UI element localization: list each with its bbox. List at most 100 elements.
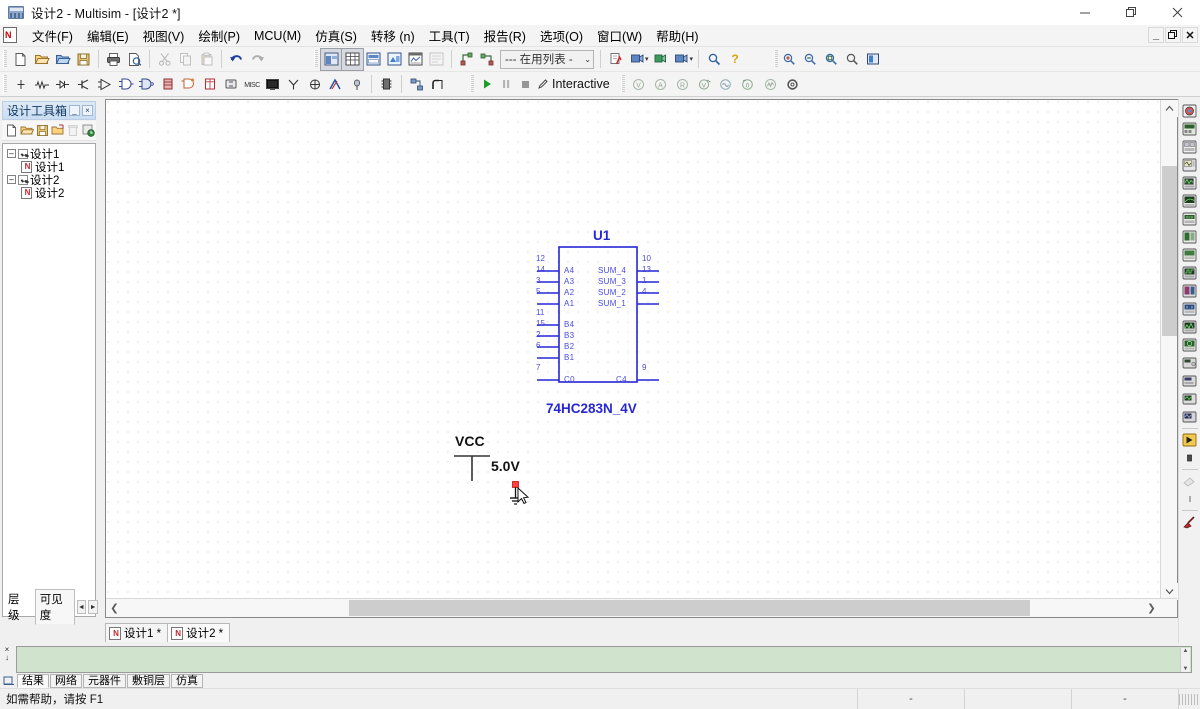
- visibility-checkbox[interactable]: [18, 174, 28, 185]
- toggle-spreadsheet-view-button[interactable]: [341, 47, 364, 71]
- mdi-restore-button[interactable]: [1165, 27, 1181, 43]
- menu-simulate[interactable]: 仿真(S): [308, 24, 364, 47]
- paste-button[interactable]: [196, 49, 217, 70]
- place-indicator-button[interactable]: [199, 74, 220, 95]
- undo-button[interactable]: [226, 49, 247, 70]
- instrument-agilent-function-generator[interactable]: [1180, 354, 1199, 372]
- place-rf-button[interactable]: [283, 74, 304, 95]
- zoom-out-button[interactable]: [799, 49, 820, 70]
- scroll-up-button[interactable]: ▲: [1183, 648, 1189, 654]
- menu-place[interactable]: 绘制(P): [191, 24, 247, 47]
- instrument-network-analyzer[interactable]: [1180, 336, 1199, 354]
- stop-simulation-button[interactable]: [515, 75, 534, 94]
- tabs-next-button[interactable]: ►: [88, 600, 98, 614]
- tab-hierarchy[interactable]: 层级: [3, 589, 33, 625]
- tree-expander-icon[interactable]: –: [7, 149, 16, 158]
- database-manager-button[interactable]: [363, 49, 384, 70]
- place-mixed-button[interactable]: [178, 74, 199, 95]
- copy-button[interactable]: [175, 49, 196, 70]
- toggle-design-toolbox-button[interactable]: [320, 47, 343, 71]
- vertical-scrollbar-thumb[interactable]: [1162, 166, 1177, 336]
- menu-file[interactable]: 文件(F): [25, 24, 80, 47]
- maximize-restore-button[interactable]: [1108, 0, 1154, 25]
- instrument-probe-settings[interactable]: [1180, 490, 1199, 508]
- instrument-logic-converter[interactable]: [1180, 246, 1199, 264]
- place-electromechanical-button[interactable]: [304, 74, 325, 95]
- help-button[interactable]: ?: [724, 49, 745, 70]
- instrument-iv-analyzer[interactable]: [1180, 282, 1199, 300]
- instrument-word-generator[interactable]: [1180, 228, 1199, 246]
- place-misc-digital-button[interactable]: [157, 74, 178, 95]
- instrument-spectrum-analyzer[interactable]: [1180, 318, 1199, 336]
- tab-visibility[interactable]: 可见度: [34, 589, 75, 625]
- instrument-function-generator[interactable]: [1180, 120, 1199, 138]
- spreadsheet-grid[interactable]: ▲ ▼: [16, 646, 1192, 673]
- noise-analysis-button[interactable]: [760, 74, 781, 95]
- run-simulation-button[interactable]: [477, 75, 496, 94]
- save-design-button[interactable]: [35, 122, 50, 139]
- instrument-wattmeter[interactable]: [1180, 138, 1199, 156]
- scroll-right-button[interactable]: ❯: [1143, 599, 1160, 617]
- doc-tab-design1[interactable]: 设计1 *: [105, 623, 169, 642]
- instrument-agilent-oscilloscope[interactable]: [1180, 390, 1199, 408]
- in-use-list-combo[interactable]: --- 在用列表 - ⌄: [500, 49, 594, 69]
- instrument-frequency-counter[interactable]: 888: [1180, 210, 1199, 228]
- forward-annotate-button[interactable]: [477, 49, 498, 70]
- design-tree[interactable]: – 设计1 设计1 – 设计2 设计2: [2, 143, 96, 617]
- menu-transfer[interactable]: 转移 (n): [364, 24, 422, 47]
- scroll-left-button[interactable]: ❮: [106, 599, 123, 617]
- vcc-source-value[interactable]: 5.0V: [491, 458, 520, 474]
- mdi-close-button[interactable]: ✕: [1182, 27, 1198, 43]
- instrument-distortion-analyzer[interactable]: 0.0: [1180, 300, 1199, 318]
- redo-button[interactable]: [247, 49, 268, 70]
- place-cmos-button[interactable]: [136, 74, 157, 95]
- menu-mcu[interactable]: MCU(M): [247, 27, 308, 45]
- sv-tab-nets[interactable]: 网络: [50, 674, 82, 688]
- simulation-mode-indicator[interactable]: Interactive: [534, 77, 618, 91]
- spreadsheet-dock-button[interactable]: ↓: [5, 654, 9, 662]
- print-preview-button[interactable]: [124, 49, 145, 70]
- postprocessor-button[interactable]: [426, 49, 447, 70]
- place-bus-button[interactable]: [427, 74, 448, 95]
- find-button[interactable]: [703, 49, 724, 70]
- pause-simulation-button[interactable]: [496, 75, 515, 94]
- schematic-canvas[interactable]: U1 74HC283N_4V A4 A3 A2 A1 B4 B3 B2 B1 C…: [107, 101, 1161, 597]
- ac-sweep-button[interactable]: A: [650, 74, 671, 95]
- zoom-area-button[interactable]: [820, 49, 841, 70]
- instrument-multimeter[interactable]: [1180, 102, 1199, 120]
- sv-tab-results[interactable]: 结果: [17, 674, 49, 688]
- sv-tab-copper-layers[interactable]: 敷铜层: [127, 674, 170, 688]
- instrument-agilent-multimeter[interactable]: [1180, 372, 1199, 390]
- save-button[interactable]: [73, 49, 94, 70]
- place-ni-components-button[interactable]: [325, 74, 346, 95]
- toolbar-grip[interactable]: [3, 50, 7, 68]
- scroll-up-button[interactable]: [1161, 100, 1178, 117]
- horizontal-scrollbar-thumb[interactable]: [349, 600, 1030, 616]
- instrument-bode-plotter[interactable]: [1180, 192, 1199, 210]
- minimize-button[interactable]: [1062, 0, 1108, 25]
- visibility-checkbox[interactable]: [18, 148, 28, 159]
- menu-view[interactable]: 视图(V): [136, 24, 192, 47]
- close-design-button[interactable]: [51, 122, 66, 139]
- capture-screen-area-button[interactable]: [626, 49, 647, 70]
- scroll-down-button[interactable]: ▼: [1183, 666, 1189, 672]
- new-design-button[interactable]: [4, 122, 19, 139]
- place-source-button[interactable]: [10, 74, 31, 95]
- resize-grip[interactable]: [1178, 688, 1200, 709]
- open-sample-button[interactable]: [52, 49, 73, 70]
- instrument-tektronix-oscilloscope[interactable]: [1180, 408, 1199, 426]
- place-power-button[interactable]: [220, 74, 241, 95]
- transient-button[interactable]: R: [672, 74, 693, 95]
- run-ngspice-button[interactable]: [650, 49, 671, 70]
- ic-part-name[interactable]: 74HC283N_4V: [546, 401, 637, 416]
- tree-expander-icon[interactable]: –: [7, 175, 16, 184]
- menu-help[interactable]: 帮助(H): [649, 24, 705, 47]
- zoom-fit-button[interactable]: [841, 49, 862, 70]
- electrical-rules-check-button[interactable]: [605, 49, 626, 70]
- place-analog-button[interactable]: [94, 74, 115, 95]
- toolbar-grip[interactable]: [620, 75, 625, 93]
- delete-design-button[interactable]: [66, 122, 81, 139]
- menu-tools[interactable]: 工具(T): [422, 24, 477, 47]
- toolbar-grip[interactable]: [470, 75, 474, 93]
- open-design-button[interactable]: [20, 122, 35, 139]
